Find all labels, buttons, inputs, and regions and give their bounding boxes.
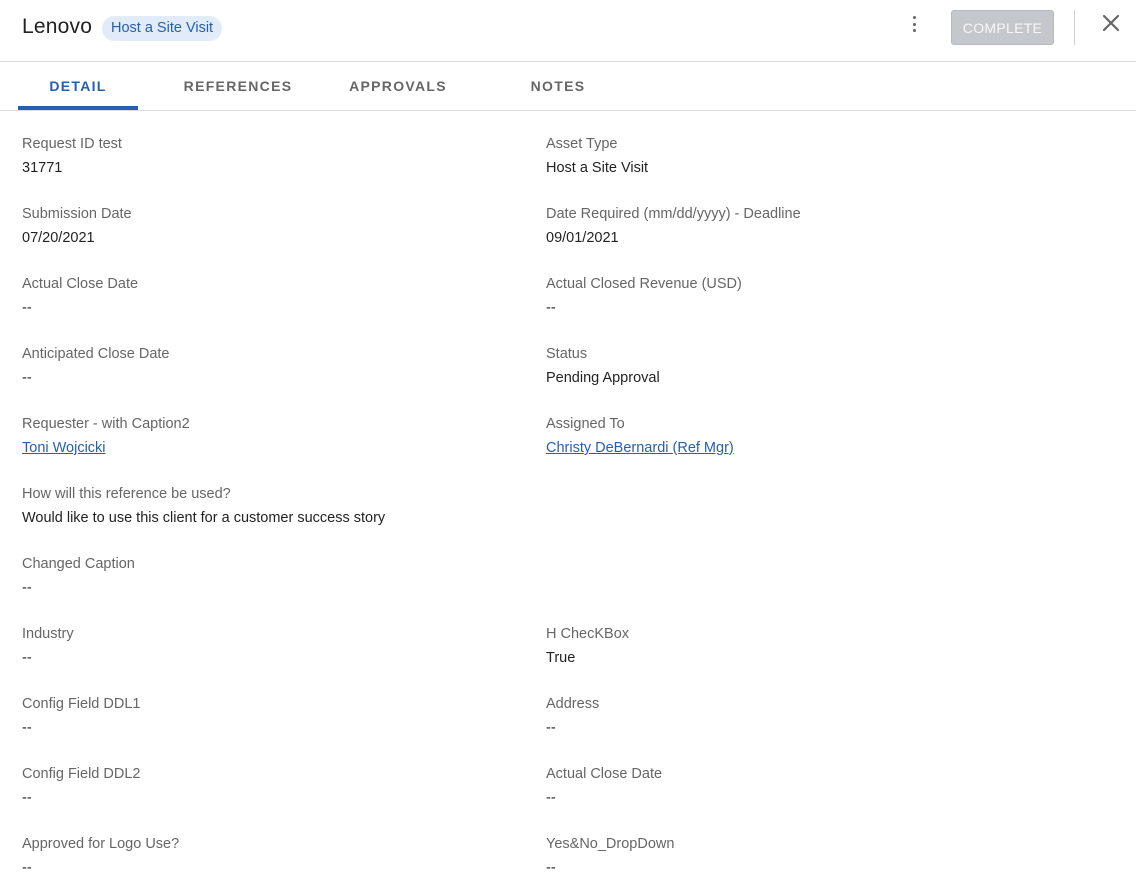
field-label: Actual Closed Revenue (USD) xyxy=(546,276,742,292)
field-label: Date Required (mm/dd/yyyy) - Deadline xyxy=(546,206,801,222)
field-label: How will this reference be used? xyxy=(22,486,231,502)
field-label: Address xyxy=(546,696,600,712)
complete-button[interactable]: COMPLETE xyxy=(951,10,1054,45)
field-actual-close-date-2: Actual Close Date -- xyxy=(546,766,662,806)
field-value: -- xyxy=(546,300,556,316)
field-value: -- xyxy=(546,720,556,736)
tab-detail[interactable]: DETAIL xyxy=(18,62,138,110)
tab-references[interactable]: REFERENCES xyxy=(178,62,298,110)
field-value: Would like to use this client for a cust… xyxy=(22,510,386,526)
field-label: Industry xyxy=(22,626,74,642)
field-changed-caption: Changed Caption -- xyxy=(22,556,135,596)
field-label: Submission Date xyxy=(22,206,132,222)
field-requester: Requester - with Caption2 Toni Wojcicki xyxy=(22,416,190,456)
field-value: 09/01/2021 xyxy=(546,230,619,246)
field-value: -- xyxy=(22,370,32,386)
field-label: Actual Close Date xyxy=(546,766,663,782)
active-tab-indicator xyxy=(18,106,138,110)
tab-notes[interactable]: NOTES xyxy=(498,62,618,110)
kebab-menu-icon[interactable] xyxy=(906,14,922,34)
page-title: Lenovo xyxy=(22,15,93,38)
field-config-ddl2: Config Field DDL2 -- xyxy=(22,766,140,806)
field-label: Assigned To xyxy=(546,416,625,432)
field-value: Pending Approval xyxy=(546,370,660,386)
tab-bar: DETAIL REFERENCES APPROVALS NOTES xyxy=(0,62,1136,111)
field-label: Anticipated Close Date xyxy=(22,346,170,362)
field-asset-type: Asset Type Host a Site Visit xyxy=(546,136,648,176)
requester-link[interactable]: Toni Wojcicki xyxy=(22,440,106,456)
field-request-id: Request ID test 31771 xyxy=(22,136,122,176)
asset-type-chip: Host a Site Visit xyxy=(102,16,223,41)
panel-header: Lenovo Host a Site Visit COMPLETE xyxy=(0,0,1136,62)
field-value: -- xyxy=(22,790,32,806)
field-date-required: Date Required (mm/dd/yyyy) - Deadline 09… xyxy=(546,206,801,246)
field-assigned-to: Assigned To Christy DeBernardi (Ref Mgr) xyxy=(546,416,734,456)
field-status: Status Pending Approval xyxy=(546,346,660,386)
field-value: -- xyxy=(546,860,556,876)
field-value: -- xyxy=(22,580,32,596)
field-value: -- xyxy=(22,650,32,666)
assigned-to-link[interactable]: Christy DeBernardi (Ref Mgr) xyxy=(546,440,734,456)
field-actual-close-date: Actual Close Date -- xyxy=(22,276,138,316)
field-label: Config Field DDL2 xyxy=(22,766,141,782)
field-h-checkbox: H ChecKBox True xyxy=(546,626,629,666)
field-submission-date: Submission Date 07/20/2021 xyxy=(22,206,132,246)
field-label: Actual Close Date xyxy=(22,276,139,292)
field-value: 31771 xyxy=(22,160,63,176)
field-value: -- xyxy=(22,300,32,316)
field-anticipated-close-date: Anticipated Close Date -- xyxy=(22,346,170,386)
field-actual-closed-revenue: Actual Closed Revenue (USD) -- xyxy=(546,276,742,316)
field-value: -- xyxy=(546,790,556,806)
field-value: Host a Site Visit xyxy=(546,160,649,176)
field-label: Changed Caption xyxy=(22,556,135,572)
field-address: Address -- xyxy=(546,696,599,736)
field-label: Yes&No_DropDown xyxy=(546,836,675,852)
field-label: Config Field DDL1 xyxy=(22,696,141,712)
tab-approvals[interactable]: APPROVALS xyxy=(338,62,458,110)
field-value: -- xyxy=(22,860,32,876)
field-industry: Industry -- xyxy=(22,626,74,666)
field-value: -- xyxy=(22,720,32,736)
field-value: 07/20/2021 xyxy=(22,230,95,246)
field-label: Asset Type xyxy=(546,136,618,152)
field-label: Status xyxy=(546,346,588,362)
header-divider xyxy=(1074,10,1075,45)
field-yes-no-dropdown: Yes&No_DropDown -- xyxy=(546,836,674,876)
field-value: True xyxy=(546,650,576,666)
field-label: Requester - with Caption2 xyxy=(22,416,190,432)
field-label: Request ID test xyxy=(22,136,122,152)
close-icon[interactable] xyxy=(1101,13,1121,33)
field-approved-logo: Approved for Logo Use? -- xyxy=(22,836,179,876)
field-label: H ChecKBox xyxy=(546,626,630,642)
field-reference-usage: How will this reference be used? Would l… xyxy=(22,486,385,526)
field-label: Approved for Logo Use? xyxy=(22,836,180,852)
field-config-ddl1: Config Field DDL1 -- xyxy=(22,696,140,736)
